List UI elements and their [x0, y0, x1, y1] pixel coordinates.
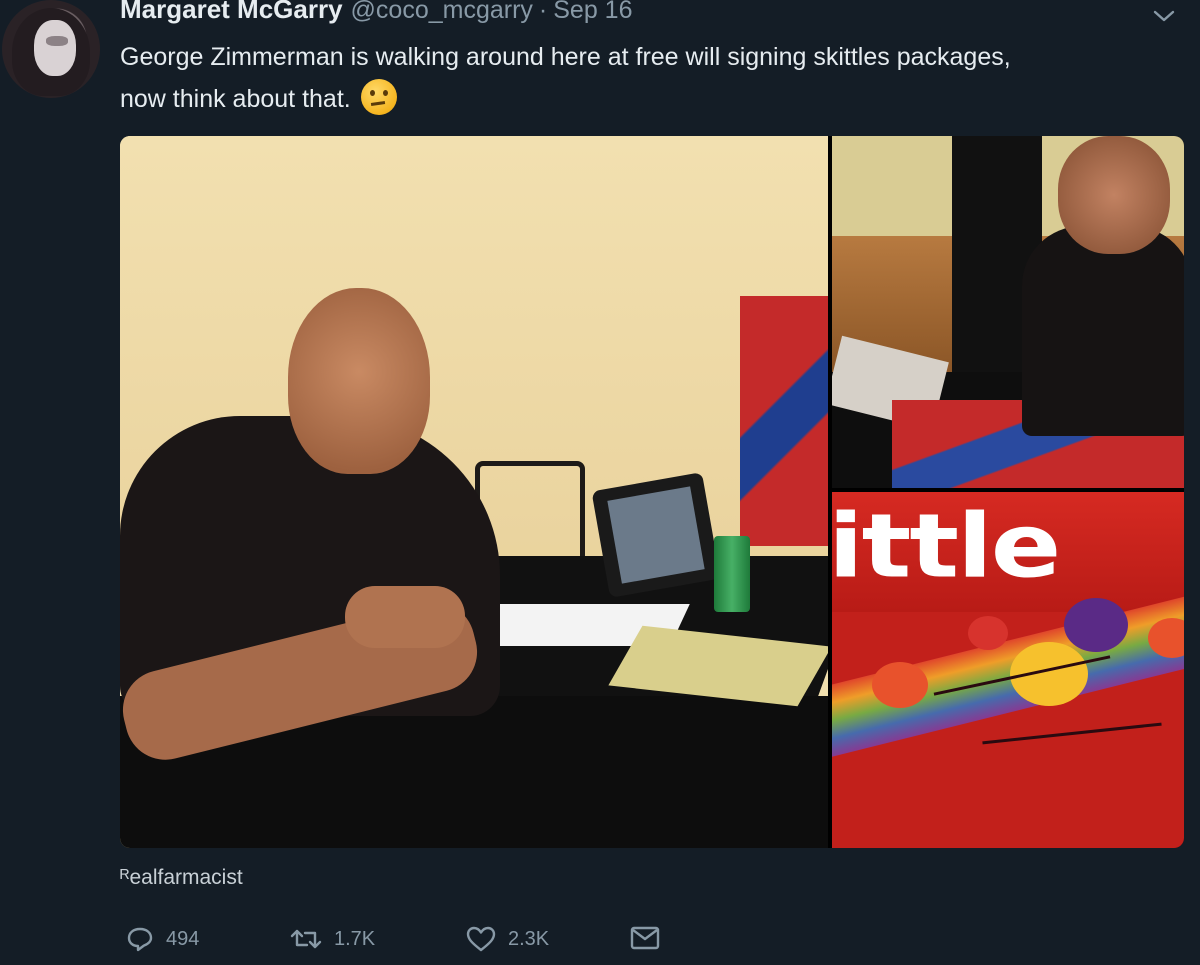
- like-count: 2.3K: [508, 927, 550, 950]
- tweet-text-line-2-text: now think about that.: [120, 85, 351, 113]
- tweet-date[interactable]: Sep 16: [553, 0, 632, 25]
- image-credit: ᴿealfarmacist: [120, 866, 243, 889]
- retweet-button[interactable]: 1.7K: [290, 925, 375, 953]
- avatar-face: [34, 20, 76, 76]
- reply-icon: [127, 927, 153, 952]
- signature-stroke-2: [982, 722, 1162, 745]
- envelope-icon: [630, 926, 660, 950]
- avatar-eyes: [46, 36, 68, 46]
- photo-soda-can: [714, 536, 750, 612]
- chevron-down-icon[interactable]: [1152, 4, 1176, 28]
- packaging-text: ittle: [832, 494, 1061, 598]
- photo-signing-flag[interactable]: [832, 136, 1184, 488]
- photo-tablet-screen: [607, 486, 705, 584]
- tweet-text: George Zimmerman is walking around here …: [120, 36, 1180, 120]
- photo-person-head: [288, 288, 430, 474]
- photo2-person-body: [1022, 226, 1184, 436]
- retweet-count: 1.7K: [334, 927, 376, 950]
- thinking-face-emoji-icon: [360, 79, 397, 115]
- retweet-icon: [290, 929, 322, 949]
- photo-skittles-package[interactable]: ittle: [832, 492, 1184, 848]
- header-separator: ·: [538, 0, 548, 24]
- reply-count: 494: [166, 927, 200, 950]
- tweet-media[interactable]: ittle: [120, 136, 1184, 848]
- tweet-actions: 494 1.7K 2.3K: [120, 925, 680, 965]
- photo2-person-head: [1058, 136, 1170, 254]
- photo-tablet: [591, 472, 721, 598]
- photo-person-hands: [345, 586, 465, 648]
- direct-message-button[interactable]: [630, 925, 660, 951]
- avatar[interactable]: [2, 0, 100, 98]
- photo-flag: [740, 296, 828, 546]
- heart-icon: [466, 926, 496, 952]
- like-button[interactable]: 2.3K: [466, 925, 549, 953]
- tweet-text-line-2: now think about that.: [120, 78, 1180, 120]
- tweet-text-line-1: George Zimmerman is walking around here …: [120, 43, 1011, 71]
- candy-red: [968, 616, 1008, 650]
- candy-purple: [1064, 598, 1128, 652]
- tweet-header: Margaret McGarry @coco_mcgarry · Sep 16: [120, 0, 633, 28]
- author-name[interactable]: Margaret McGarry: [120, 0, 343, 25]
- tweet: Margaret McGarry @coco_mcgarry · Sep 16 …: [0, 0, 1200, 954]
- reply-button[interactable]: 494: [126, 925, 199, 953]
- candy-orange: [872, 662, 928, 708]
- photo-signing-table[interactable]: [120, 136, 828, 848]
- author-handle[interactable]: @coco_mcgarry: [351, 0, 533, 25]
